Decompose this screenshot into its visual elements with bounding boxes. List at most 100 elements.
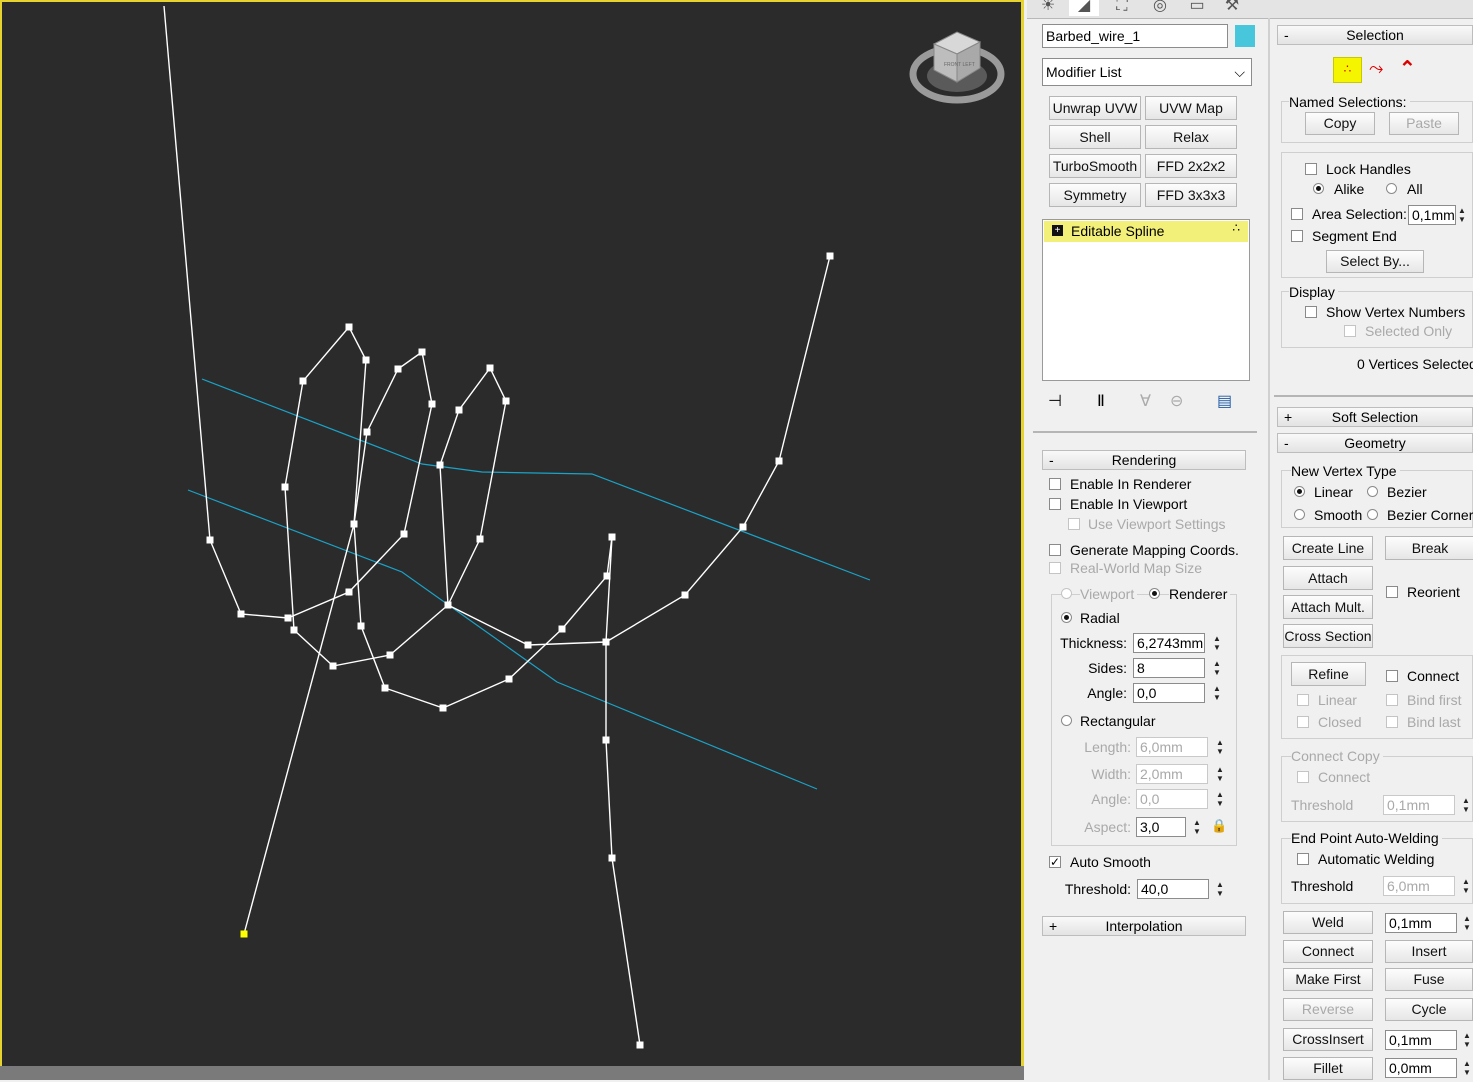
- lock-aspect-icon[interactable]: 🔒: [1211, 818, 1227, 834]
- rendering-rollout-header[interactable]: - Rendering: [1042, 450, 1246, 470]
- ep-threshold-spinner-icon[interactable]: ▲ ▼: [1461, 877, 1471, 895]
- threshold-input[interactable]: 40,0: [1137, 879, 1209, 899]
- modify-tab-icon[interactable]: ◢: [1069, 0, 1099, 16]
- vertex-handle[interactable]: [502, 397, 510, 405]
- first-vertex-handle[interactable]: [240, 930, 248, 938]
- object-color-swatch[interactable]: [1235, 25, 1255, 47]
- vertex-handle[interactable]: [486, 364, 494, 372]
- width-input[interactable]: 2,0mm: [1136, 764, 1208, 784]
- vertex-handle[interactable]: [350, 520, 358, 528]
- create-tab-icon[interactable]: ☀: [1033, 0, 1063, 16]
- expand-icon[interactable]: +: [1052, 225, 1063, 236]
- vertex-handle[interactable]: [290, 626, 298, 634]
- viewport-canvas[interactable]: FRONT LEFT: [2, 2, 1026, 1082]
- generate-mapping-checkbox[interactable]: [1049, 544, 1061, 556]
- vertex-handle[interactable]: [739, 523, 747, 531]
- crossinsert-input[interactable]: 0,1mm: [1385, 1030, 1457, 1050]
- crossinsert-button[interactable]: CrossInsert: [1283, 1028, 1373, 1051]
- area-selection-spinner-icon[interactable]: ▲ ▼: [1457, 206, 1467, 224]
- symmetry-button[interactable]: Symmetry: [1049, 183, 1141, 207]
- make-first-button[interactable]: Make First: [1283, 968, 1373, 991]
- length-input[interactable]: 6,0mm: [1136, 737, 1208, 757]
- width-spinner-icon[interactable]: ▲ ▼: [1215, 765, 1225, 783]
- bezier-corner-radio[interactable]: [1367, 509, 1378, 520]
- crossinsert-spinner-icon[interactable]: ▲ ▼: [1462, 1031, 1472, 1049]
- vertex-handle[interactable]: [826, 252, 834, 260]
- vertex-handle[interactable]: [428, 400, 436, 408]
- select-by-button[interactable]: Select By...: [1326, 250, 1424, 273]
- uvw-map-button[interactable]: UVW Map: [1145, 96, 1237, 120]
- cross-section-button[interactable]: Cross Section: [1283, 624, 1373, 648]
- copy-button[interactable]: Copy: [1305, 112, 1375, 135]
- weld-button[interactable]: Weld: [1283, 911, 1373, 934]
- lock-handles-checkbox[interactable]: [1305, 163, 1317, 175]
- cc-threshold-input[interactable]: 0,1mm: [1383, 795, 1455, 815]
- vertex-handle[interactable]: [345, 588, 353, 596]
- vertex-handle[interactable]: [524, 641, 532, 649]
- vertex-handle[interactable]: [558, 625, 566, 633]
- object-name-field[interactable]: Barbed_wire_1: [1042, 24, 1228, 48]
- vertex-handle[interactable]: [602, 736, 610, 744]
- insert-button[interactable]: Insert: [1385, 940, 1473, 963]
- spline-level-icon[interactable]: ⌃: [1399, 56, 1416, 81]
- thickness-input[interactable]: 6,2743mm: [1133, 633, 1205, 653]
- relax-button[interactable]: Relax: [1145, 125, 1237, 149]
- threshold-spinner-icon[interactable]: ▲ ▼: [1215, 880, 1225, 898]
- fuse-button[interactable]: Fuse: [1385, 968, 1473, 991]
- rectangular-radio[interactable]: [1061, 715, 1072, 726]
- segment-end-checkbox[interactable]: [1291, 230, 1303, 242]
- attach-button[interactable]: Attach: [1283, 566, 1373, 590]
- refine-button[interactable]: Refine: [1291, 662, 1366, 686]
- pin-stack-icon[interactable]: ⊣: [1048, 391, 1062, 411]
- modifier-stack[interactable]: + Editable Spline ∴: [1042, 219, 1250, 381]
- vertex-handle[interactable]: [281, 483, 289, 491]
- guide-spline[interactable]: [201, 378, 871, 581]
- smooth-radio[interactable]: [1294, 509, 1305, 520]
- linear-radio[interactable]: [1294, 486, 1305, 497]
- vertex-handle[interactable]: [394, 365, 402, 373]
- turbosmooth-button[interactable]: TurboSmooth: [1049, 154, 1141, 178]
- angle2-input[interactable]: 0,0: [1136, 789, 1208, 809]
- vertex-handle[interactable]: [436, 461, 444, 469]
- configure-modifier-sets-icon[interactable]: ▤: [1217, 391, 1232, 411]
- fillet-spinner-icon[interactable]: ▲ ▼: [1462, 1059, 1472, 1077]
- vertex-handle[interactable]: [602, 638, 610, 646]
- renderer-radio[interactable]: [1149, 588, 1160, 599]
- vertex-handle[interactable]: [608, 533, 616, 541]
- vertex-handle[interactable]: [608, 854, 616, 862]
- unwrap-uvw-button[interactable]: Unwrap UVW: [1049, 96, 1141, 120]
- reorient-checkbox[interactable]: [1386, 586, 1398, 598]
- vertex-handle[interactable]: [284, 614, 292, 622]
- motion-tab-icon[interactable]: ◎: [1145, 0, 1175, 16]
- area-selection-input[interactable]: 0,1mm: [1408, 205, 1456, 225]
- utilities-tab-icon[interactable]: ⚒: [1217, 0, 1247, 16]
- attach-mult-button[interactable]: Attach Mult.: [1283, 595, 1373, 619]
- vertex-handle[interactable]: [775, 457, 783, 465]
- bind-first-checkbox[interactable]: [1386, 694, 1398, 706]
- vertex-handle[interactable]: [636, 1041, 644, 1049]
- sides-spinner-icon[interactable]: ▲ ▼: [1212, 659, 1222, 677]
- connect-checkbox[interactable]: [1386, 670, 1398, 682]
- vertex-handle[interactable]: [362, 356, 370, 364]
- aspect-spinner-icon[interactable]: ▲ ▼: [1192, 818, 1202, 836]
- perspective-viewport[interactable]: FRONT LEFT: [0, 0, 1024, 1080]
- vertex-handle[interactable]: [206, 536, 214, 544]
- vertex-handle[interactable]: [603, 572, 611, 580]
- vertex-handle[interactable]: [363, 428, 371, 436]
- vertex-handle[interactable]: [345, 323, 353, 331]
- guide-spline[interactable]: [187, 489, 818, 790]
- vertex-handle[interactable]: [386, 651, 394, 659]
- enable-in-viewport-checkbox[interactable]: [1049, 498, 1061, 510]
- vertex-level-icon[interactable]: ∴: [1333, 57, 1362, 83]
- thickness-spinner-icon[interactable]: ▲ ▼: [1212, 634, 1222, 652]
- vertex-handle[interactable]: [237, 610, 245, 618]
- viewcube-icon[interactable]: FRONT LEFT: [909, 31, 1005, 104]
- fillet-input[interactable]: 0,0mm: [1385, 1058, 1457, 1078]
- all-radio[interactable]: [1386, 183, 1397, 194]
- aspect-input[interactable]: 3,0: [1136, 817, 1186, 837]
- create-line-button[interactable]: Create Line: [1283, 536, 1373, 560]
- bezier-radio[interactable]: [1367, 486, 1378, 497]
- vertex-handle[interactable]: [681, 591, 689, 599]
- real-world-map-checkbox[interactable]: [1049, 562, 1061, 574]
- vertex-handle[interactable]: [444, 601, 452, 609]
